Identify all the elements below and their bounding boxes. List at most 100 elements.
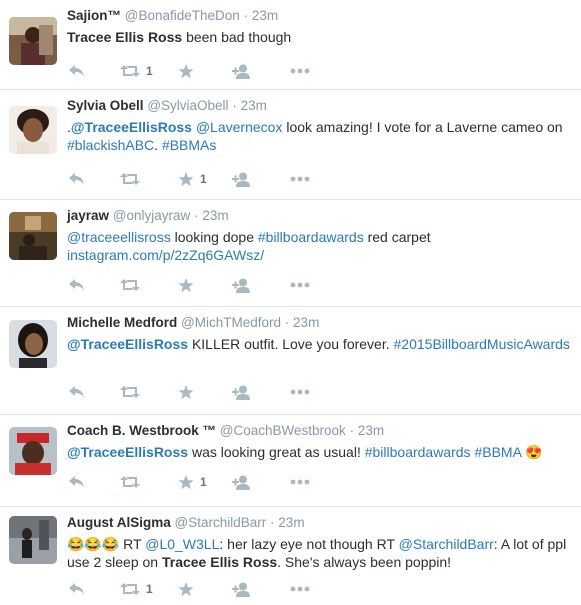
favorite-count: 1 — [200, 172, 207, 186]
retweet-icon — [120, 278, 140, 292]
mention-link[interactable]: @Lavernecox — [196, 119, 283, 135]
username[interactable]: @MichTMedford — [181, 315, 281, 330]
reply-icon — [68, 278, 85, 292]
avatar[interactable] — [9, 320, 57, 368]
favorite-button[interactable] — [178, 383, 194, 401]
more-icon — [290, 68, 310, 74]
tweet[interactable]: jayraw @onlyjayraw · 23m @traceeellisros… — [0, 200, 581, 307]
follow-button[interactable] — [232, 62, 252, 80]
reply-icon — [68, 64, 85, 78]
favorite-count: 1 — [200, 475, 207, 489]
star-icon — [178, 581, 194, 597]
tweet[interactable]: August AlSigma @StarchildBarr · 23m 😂😂😂 … — [0, 507, 581, 605]
timestamp[interactable]: 23m — [252, 8, 278, 23]
avatar[interactable] — [9, 106, 57, 154]
retweet-icon — [120, 385, 140, 399]
retweet-icon — [120, 172, 140, 186]
tweet[interactable]: Sylvia Obell @SylviaObell · 23m . @Tracee… — [0, 90, 581, 200]
retweet-button[interactable] — [120, 170, 140, 188]
mention-link[interactable]: @TraceeEllisRoss — [67, 444, 188, 460]
tweet-header: jayraw @onlyjayraw · 23m — [67, 208, 229, 223]
display-name[interactable]: Sylvia Obell — [67, 98, 144, 113]
favorite-button[interactable] — [178, 62, 194, 80]
tweet-text-segment: : her lazy eye not though RT — [219, 536, 399, 552]
hashtag-link[interactable]: #2015BillboardMusicAwards — [394, 336, 570, 352]
avatar[interactable] — [9, 17, 57, 65]
separator-dot: · — [232, 98, 237, 113]
retweet-button[interactable] — [120, 473, 140, 491]
more-icon — [290, 389, 310, 395]
display-name[interactable]: Sajion™ — [67, 8, 121, 23]
timestamp[interactable]: 23m — [293, 315, 319, 330]
more-button[interactable] — [290, 580, 310, 598]
avatar[interactable] — [9, 427, 57, 475]
reply-button[interactable] — [68, 276, 85, 294]
favorite-button[interactable]: 1 — [178, 473, 207, 491]
display-name[interactable]: Coach B. Westbrook ™ — [67, 423, 216, 438]
url-link[interactable]: instagram.com/p/2zZq6GAWsz/ — [67, 247, 264, 263]
follow-button[interactable] — [232, 383, 252, 401]
username[interactable]: @CoachBWestbrook — [220, 423, 346, 438]
more-button[interactable] — [290, 276, 310, 294]
tweet-text: @TraceeEllisRoss was looking great as us… — [67, 443, 573, 461]
favorite-button[interactable]: 1 — [178, 170, 207, 188]
username[interactable]: @onlyjayraw — [113, 208, 190, 223]
tweet-text-segment: red carpet — [363, 229, 431, 245]
favorite-button[interactable] — [178, 580, 194, 598]
more-button[interactable] — [290, 170, 310, 188]
mention-link[interactable]: @traceeellisross — [67, 229, 171, 245]
hashtag-link[interactable]: #billboardawards — [258, 229, 364, 245]
hashtag-link[interactable]: #BBMA — [474, 444, 521, 460]
star-icon — [178, 384, 194, 400]
follow-icon — [232, 64, 252, 79]
reply-button[interactable] — [68, 62, 85, 80]
follow-button[interactable] — [232, 276, 252, 294]
timestamp[interactable]: 23m — [278, 515, 304, 530]
retweet-button[interactable] — [120, 276, 140, 294]
tweet[interactable]: Coach B. Westbrook ™ @CoachBWestbrook · … — [0, 415, 581, 507]
separator-dot: · — [243, 8, 249, 23]
mention-link[interactable]: @L0_W3LL — [145, 536, 219, 552]
reply-button[interactable] — [68, 473, 85, 491]
avatar[interactable] — [9, 212, 57, 260]
retweet-button[interactable]: 1 — [120, 580, 153, 598]
display-name[interactable]: jayraw — [67, 208, 109, 223]
follow-button[interactable] — [232, 473, 252, 491]
timestamp[interactable]: 23m — [358, 423, 384, 438]
retweet-icon — [120, 64, 140, 78]
tweet[interactable]: Sajion™ @BonafideTheDon · 23m Tracee Ell… — [0, 0, 581, 90]
separator-dot: · — [194, 208, 199, 223]
more-icon — [290, 479, 310, 485]
tweet-text-segment: look amazing! I vote for a Laverne cameo… — [282, 119, 563, 135]
display-name[interactable]: Michelle Medford — [67, 315, 177, 330]
hashtag-link[interactable]: #billboardawards — [365, 444, 471, 460]
mention-link[interactable]: @StarchildBarr — [399, 536, 494, 552]
username[interactable]: @StarchildBarr — [175, 515, 267, 530]
reply-button[interactable] — [68, 383, 85, 401]
mention-link[interactable]: @TraceeEllisRoss — [71, 119, 192, 135]
timestamp[interactable]: 23m — [241, 98, 267, 113]
more-button[interactable] — [290, 473, 310, 491]
follow-button[interactable] — [232, 580, 252, 598]
favorite-button[interactable] — [178, 276, 194, 294]
reply-button[interactable] — [68, 170, 85, 188]
mention-link[interactable]: @TraceeEllisRoss — [67, 336, 188, 352]
follow-button[interactable] — [232, 170, 252, 188]
username[interactable]: @SylviaObell — [147, 98, 228, 113]
tweet-text: @TraceeEllisRoss KILLER outfit. Love you… — [67, 335, 573, 353]
retweet-button[interactable]: 1 — [120, 62, 153, 80]
reply-button[interactable] — [68, 580, 85, 598]
display-name[interactable]: August AlSigma — [67, 515, 171, 530]
tweet[interactable]: Michelle Medford @MichTMedford · 23m @Tr… — [0, 307, 581, 415]
tweet-text-segment: . She's always been poppin! — [277, 554, 452, 570]
retweet-button[interactable] — [120, 383, 140, 401]
star-icon — [178, 171, 194, 187]
timestamp[interactable]: 23m — [202, 208, 228, 223]
more-button[interactable] — [290, 62, 310, 80]
more-button[interactable] — [290, 383, 310, 401]
hashtag-link[interactable]: #blackishABC — [67, 137, 154, 153]
tweet-text: Tracee Ellis Ross been bad though — [67, 28, 573, 46]
avatar[interactable] — [9, 516, 57, 564]
username[interactable]: @BonafideTheDon — [125, 8, 240, 23]
hashtag-link[interactable]: #BBMAs — [162, 137, 216, 153]
